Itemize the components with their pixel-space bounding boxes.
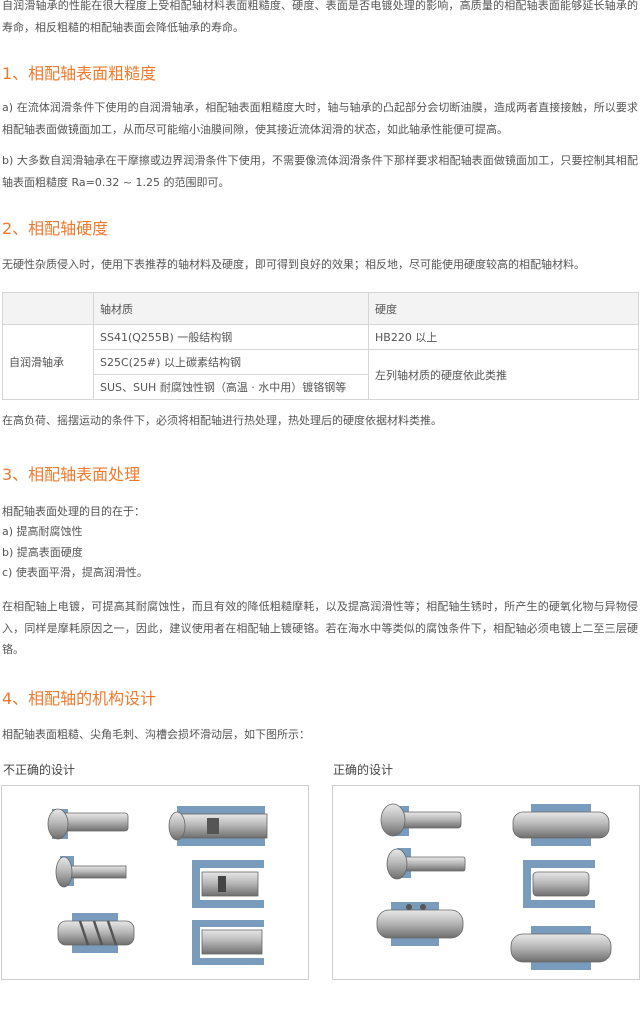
intro-paragraph: 自润滑轴承的性能在很大程度上受相配轴材料表面粗糙度、硬度、表面是否电镀处理的影响…	[2, 0, 638, 34]
table-header-empty	[2, 292, 94, 325]
wrong-shaft-6-icon	[192, 920, 264, 965]
wrong-design-figure	[1, 785, 309, 980]
section-1-para-a: a) 在流体润滑条件下使用的自润滑轴承，相配轴表面粗糙度大时，轴与轴承的凸起部分…	[2, 101, 638, 136]
section-2-para: 无硬性杂质侵入时，使用下表推荐的轴材料及硬度，即可得到良好的效果；相反地，尽可能…	[2, 258, 585, 271]
wrong-design-illustration	[47, 806, 268, 965]
list-item: c) 使表面平滑，提高润滑性。	[2, 566, 148, 579]
right-shaft-2-icon	[512, 804, 610, 846]
right-shaft-4-icon	[523, 860, 595, 908]
right-design-figure	[332, 785, 640, 980]
section-2-title: 2、相配轴硬度	[2, 219, 109, 238]
right-shaft-1-icon	[380, 803, 462, 837]
section-3-list: a) 提高耐腐蚀性 b) 提高表面硬度 c) 使表面平滑，提高润滑性。	[2, 522, 638, 584]
table-header-material: 轴材质	[93, 292, 369, 325]
section-4-para: 相配轴表面粗糙、尖角毛刺、沟槽会损坏滑动层，如下图所示：	[2, 728, 310, 741]
wrong-shaft-5-icon	[57, 913, 135, 953]
section-1-para-b: b) 大多数自润滑轴承在干摩擦或边界润滑条件下使用，不需要像流体润滑条件下那样要…	[2, 154, 638, 189]
list-item: b) 提高表面硬度	[2, 545, 83, 559]
list-item: a) 提高耐腐蚀性	[2, 525, 83, 538]
section-2-after: 在高负荷、摇摆运动的条件下，必须将相配轴进行热处理，热处理后的硬度依据材料类推。	[2, 414, 442, 427]
wrong-shaft-3-icon	[55, 856, 127, 888]
section-3-lead: 相配轴表面处理的目的在于：	[2, 505, 145, 518]
table-cell-material-1: SS41(Q255B) 一般结构钢	[93, 324, 369, 350]
wrong-design-caption: 不正确的设计	[3, 763, 76, 777]
wrong-shaft-4-icon	[192, 860, 264, 908]
right-shaft-3-icon	[386, 848, 466, 880]
table-header-row: 轴材质 硬度	[2, 292, 639, 325]
right-shaft-6-icon	[510, 926, 612, 970]
section-3-para: 在相配轴上电镀，可提高其耐腐蚀性，而且有效的降低粗糙摩耗，以及提高润滑性等；相配…	[2, 600, 638, 656]
table-header-hardness: 硬度	[368, 292, 639, 325]
right-shaft-5-icon	[376, 902, 464, 946]
table-cell-hardness-2: 左列轴材质的硬度依此类推	[368, 349, 639, 400]
table-row: 自润滑轴承 SS41(Q255B) 一般结构钢 HB220 以上	[2, 324, 639, 400]
shaft-material-table: 轴材质 硬度 自润滑轴承 SS41(Q255B) 一般结构钢 HB220 以上 …	[2, 292, 639, 400]
wrong-shaft-2-icon	[168, 806, 268, 846]
table-cell-material-3: SUS、SUH 耐腐蚀性钢（高温 · 水中用）镀铬钢等	[93, 374, 369, 400]
right-design-illustration	[376, 803, 612, 970]
table-cell-material-2: S25C(25#) 以上碳素结构钢	[93, 349, 369, 375]
wrong-shaft-1-icon	[47, 808, 129, 840]
section-3-title: 3、相配轴表面处理	[2, 465, 141, 484]
table-cell-hardness-1: HB220 以上	[368, 324, 639, 350]
section-4-title: 4、相配轴的机构设计	[2, 689, 157, 708]
section-1-title: 1、相配轴表面粗糙度	[2, 64, 157, 83]
table-row-label: 自润滑轴承	[2, 324, 94, 400]
right-design-caption: 正确的设计	[333, 763, 394, 777]
table-row: S25C(25#) 以上碳素结构钢 左列轴材质的硬度依此类推	[3, 349, 639, 400]
